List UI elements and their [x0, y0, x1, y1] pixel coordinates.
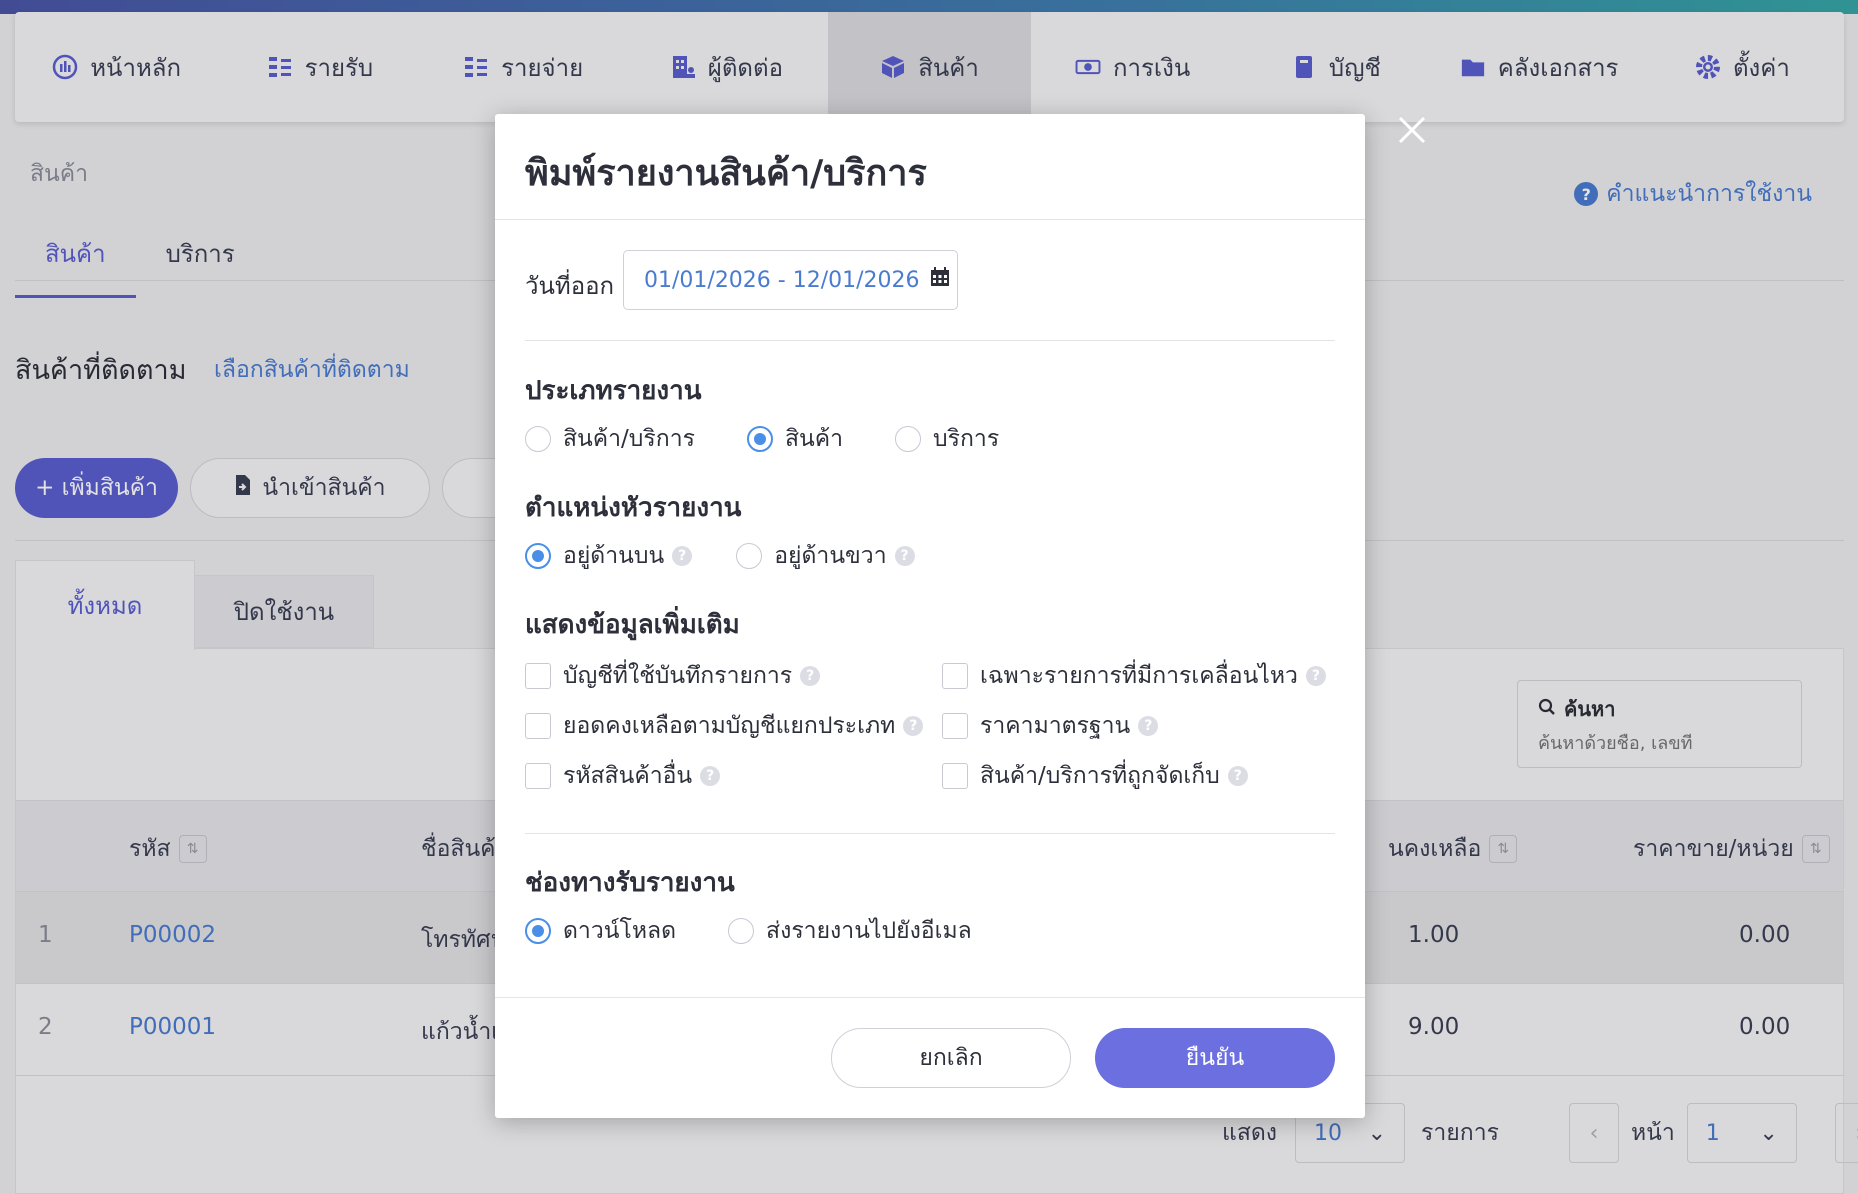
checkbox-ledger-balance[interactable]: ยอดคงเหลือตามบัญชีแยกประเภท ?	[525, 708, 924, 744]
print-report-modal: พิมพ์รายงานสินค้า/บริการ วันที่ออก 01/01…	[495, 114, 1365, 1118]
header-position-option-right[interactable]: อยู่ด้านขวา ?	[736, 538, 915, 574]
checkbox-moving-only[interactable]: เฉพาะรายการที่มีการเคลื่อนไหว ?	[942, 658, 1326, 694]
calendar-icon	[930, 267, 950, 293]
section-divider	[525, 340, 1335, 341]
help-icon[interactable]: ?	[1227, 766, 1248, 786]
radio-button[interactable]	[525, 426, 551, 452]
channel-option-email[interactable]: ส่งรายงานไปยังอีเมล	[728, 913, 972, 949]
help-icon[interactable]: ?	[894, 546, 915, 566]
help-icon[interactable]: ?	[800, 666, 821, 686]
header-position-title: ตำแหน่งหัวรายงาน	[525, 493, 742, 523]
option-label: สินค้า/บริการ	[563, 426, 695, 452]
option-label: อยู่ด้านบน	[563, 543, 665, 569]
radio-button-selected[interactable]	[525, 543, 551, 569]
checkbox-label: รหัสสินค้าอื่น	[563, 763, 693, 789]
channel-title: ช่องทางรับรายงาน	[525, 868, 735, 898]
report-type-group: สินค้า/บริการ สินค้า บริการ	[525, 421, 999, 457]
help-icon[interactable]: ?	[1138, 716, 1159, 736]
cancel-button[interactable]: ยกเลิก	[831, 1028, 1071, 1088]
help-icon[interactable]: ?	[672, 546, 693, 566]
date-range-value: 01/01/2026 - 12/01/2026	[644, 267, 920, 293]
report-type-option-services[interactable]: บริการ	[895, 421, 999, 457]
checkbox[interactable]	[942, 713, 968, 739]
checkbox-label: บัญชีที่ใช้บันทึกรายการ	[563, 663, 793, 689]
radio-button-selected[interactable]	[525, 918, 551, 944]
header-position-group: อยู่ด้านบน ? อยู่ด้านขวา ?	[525, 538, 915, 574]
checkbox-archived-items[interactable]: สินค้า/บริการที่ถูกจัดเก็บ ?	[942, 758, 1248, 794]
checkbox[interactable]	[525, 763, 551, 789]
report-type-title: ประเภทรายงาน	[525, 376, 702, 406]
checkbox-other-code[interactable]: รหัสสินค้าอื่น ?	[525, 758, 721, 794]
checkbox[interactable]	[525, 663, 551, 689]
radio-button-selected[interactable]	[746, 426, 773, 452]
checkbox-label: สินค้า/บริการที่ถูกจัดเก็บ	[980, 763, 1220, 789]
checkbox-label: ราคามาตรฐาน	[980, 713, 1131, 739]
help-icon[interactable]: ?	[700, 766, 721, 786]
report-type-option-all[interactable]: สินค้า/บริการ	[525, 421, 695, 457]
modal-title: พิมพ์รายงานสินค้า/บริการ	[525, 153, 927, 194]
help-icon[interactable]: ?	[1305, 666, 1326, 686]
date-range-input[interactable]: 01/01/2026 - 12/01/2026	[623, 250, 958, 310]
channel-group: ดาวน์โหลด ส่งรายงานไปยังอีเมล	[525, 913, 972, 949]
checkbox[interactable]	[942, 763, 968, 789]
option-label: บริการ	[933, 426, 1000, 452]
confirm-button[interactable]: ยืนยัน	[1095, 1028, 1335, 1088]
channel-option-download[interactable]: ดาวน์โหลด	[525, 913, 676, 949]
option-label: ดาวน์โหลด	[563, 918, 677, 944]
help-icon[interactable]: ?	[903, 716, 924, 736]
checkbox-account-used[interactable]: บัญชีที่ใช้บันทึกรายการ ?	[525, 658, 821, 694]
modal-footer-divider	[495, 997, 1365, 998]
radio-button[interactable]	[895, 426, 922, 452]
radio-button[interactable]	[736, 543, 763, 569]
close-icon[interactable]	[1392, 112, 1432, 152]
option-label: อยู่ด้านขวา	[774, 543, 887, 569]
checkbox[interactable]	[942, 663, 968, 689]
checkbox-standard-price[interactable]: ราคามาตรฐาน ?	[942, 708, 1159, 744]
checkbox-label: เฉพาะรายการที่มีการเคลื่อนไหว	[980, 663, 1298, 689]
extra-info-title: แสดงข้อมูลเพิ่มเติม	[525, 610, 740, 640]
option-label: ส่งรายงานไปยังอีเมล	[766, 918, 972, 944]
section-divider	[525, 833, 1335, 834]
option-label: สินค้า	[784, 426, 844, 452]
header-position-option-top[interactable]: อยู่ด้านบน ?	[525, 538, 693, 574]
checkbox-label: ยอดคงเหลือตามบัญชีแยกประเภท	[563, 713, 896, 739]
issue-date-label: วันที่ออก	[525, 272, 615, 300]
report-type-option-products[interactable]: สินค้า	[746, 421, 844, 457]
checkbox[interactable]	[525, 713, 551, 739]
radio-button[interactable]	[728, 918, 755, 944]
modal-header-divider	[495, 219, 1365, 220]
